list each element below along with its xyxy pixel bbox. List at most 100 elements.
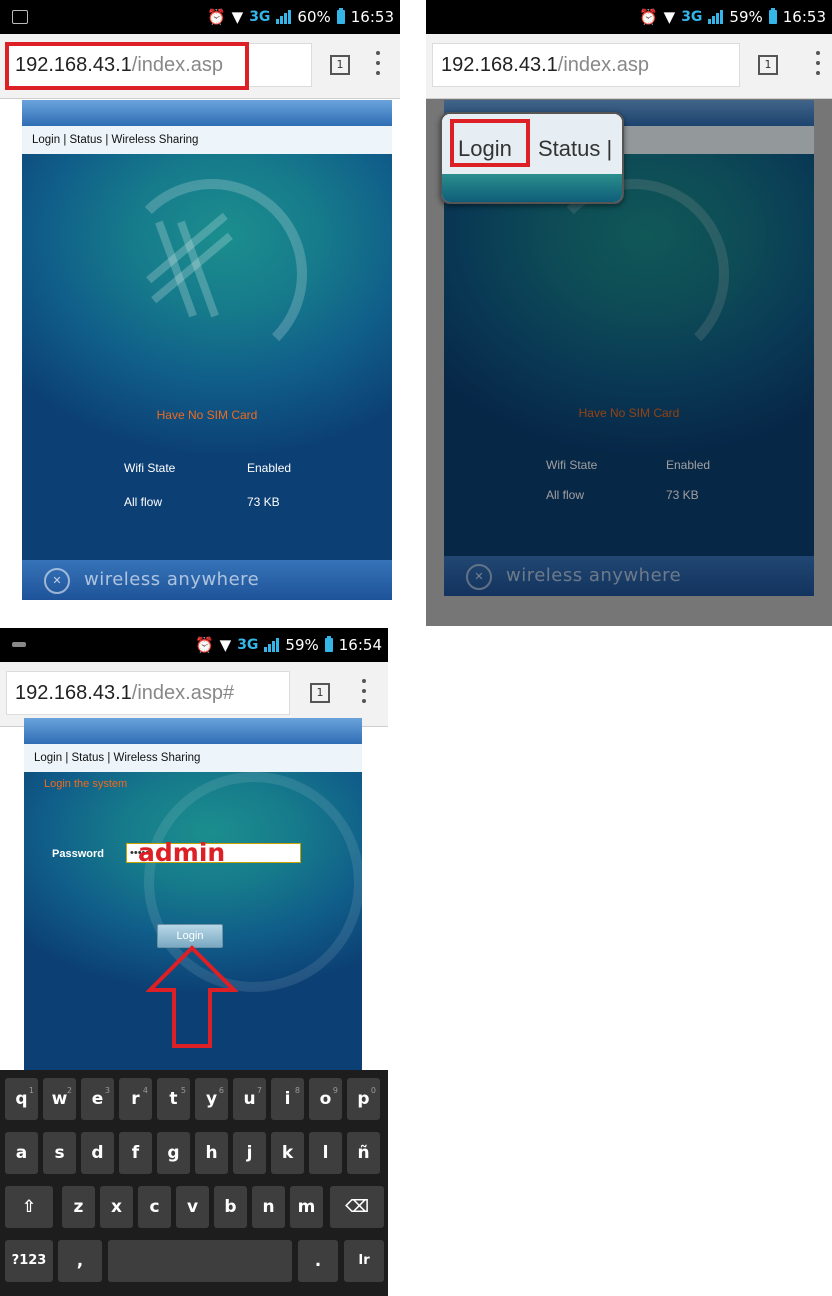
key-label: t: [169, 1089, 178, 1109]
url-path: /index.asp#: [131, 682, 235, 704]
key-label: q: [15, 1089, 28, 1109]
screenshot-login: ⏰ ▼ 3G 59% 16:54 192.168.43.1/index.asp#…: [0, 628, 388, 1296]
screenshot-home: ⏰ ▼ 3G 60% 16:53 192.168.43.1/index.asp …: [0, 0, 400, 604]
tabs-icon[interactable]: 1: [310, 683, 330, 703]
battery-icon: [768, 8, 777, 24]
magnified-status-link[interactable]: Status |: [538, 136, 612, 162]
wifi-icon: ▼: [663, 8, 676, 26]
key-n[interactable]: n: [252, 1186, 285, 1228]
overflow-menu-icon[interactable]: [362, 679, 366, 703]
key-k[interactable]: k: [271, 1132, 304, 1174]
tabs-icon[interactable]: 1: [330, 55, 350, 75]
key-d[interactable]: d: [81, 1132, 114, 1174]
key-label: o: [319, 1089, 332, 1109]
key-c[interactable]: c: [138, 1186, 171, 1228]
key-e[interactable]: e3: [81, 1078, 114, 1120]
key-q[interactable]: q1: [5, 1078, 38, 1120]
key-label: w: [51, 1089, 68, 1109]
password-label: Password: [52, 848, 104, 860]
status-bar: ⏰ ▼ 3G 59% 16:54: [0, 628, 388, 662]
notification-icon: [12, 642, 26, 647]
key-i[interactable]: i8: [271, 1078, 304, 1120]
key-label: u: [243, 1089, 256, 1109]
soft-keyboard: q 1 w 2 e 3 r 4 t 5 y 6 u 7 i 8 o 9 p 0 a s d f g h j k l ñ ⇧ z x c v b n m ⌫?…: [0, 1070, 388, 1296]
nav-links[interactable]: Login | Status | Wireless Sharing: [22, 126, 392, 154]
url-field[interactable]: 192.168.43.1/index.asp#: [6, 671, 290, 715]
clock: 16:54: [338, 636, 382, 654]
key-a[interactable]: a: [5, 1132, 38, 1174]
notification-icon: [12, 10, 28, 24]
key-ñ[interactable]: ñ: [347, 1132, 380, 1174]
key-t[interactable]: t5: [157, 1078, 190, 1120]
signal-icon: [264, 638, 280, 652]
signal-icon: [276, 10, 292, 24]
symbols-key[interactable]: ?123: [5, 1240, 53, 1282]
url-highlight-box: [5, 42, 249, 90]
url-host: 192.168.43.1: [15, 682, 132, 704]
key-x[interactable]: x: [100, 1186, 133, 1228]
network-type: 3G: [249, 9, 271, 25]
key-number-hint: 8: [294, 1086, 300, 1095]
key-s[interactable]: s: [43, 1132, 76, 1174]
hero-panel: Have No SIM Card Wifi State Enabled All …: [22, 154, 392, 560]
overflow-menu-icon[interactable]: [376, 51, 380, 75]
nav-links[interactable]: Login | Status | Wireless Sharing: [24, 744, 362, 772]
tabs-icon[interactable]: 1: [758, 55, 778, 75]
all-flow-value: 73 KB: [247, 495, 280, 509]
alarm-icon: ⏰: [206, 8, 226, 26]
key-v[interactable]: v: [176, 1186, 209, 1228]
key-f[interactable]: f: [119, 1132, 152, 1174]
brand-logo-icon: ✕: [44, 568, 70, 594]
key-p[interactable]: p0: [347, 1078, 380, 1120]
battery-percent: 59%: [285, 636, 319, 654]
key-label: e: [91, 1089, 104, 1109]
key-u[interactable]: u7: [233, 1078, 266, 1120]
key-g[interactable]: g: [157, 1132, 190, 1174]
clock: 16:53: [782, 8, 826, 26]
key-number-hint: 3: [104, 1086, 110, 1095]
url-field[interactable]: 192.168.43.1/index.asp: [432, 43, 740, 87]
key-b[interactable]: b: [214, 1186, 247, 1228]
overflow-menu-icon[interactable]: [816, 51, 820, 75]
go-key[interactable]: Ir: [344, 1240, 384, 1282]
key-number-hint: 2: [66, 1086, 72, 1095]
key-label: y: [205, 1089, 218, 1109]
battery-percent: 59%: [729, 8, 763, 26]
all-flow-label: All flow: [124, 495, 163, 509]
status-bar: ⏰ ▼ 3G 60% 16:53: [0, 0, 400, 34]
comma-key[interactable]: ,: [58, 1240, 102, 1282]
backspace-key[interactable]: ⌫: [330, 1186, 384, 1228]
url-host: 192.168.43.1: [441, 54, 558, 76]
key-l[interactable]: l: [309, 1132, 342, 1174]
key-z[interactable]: z: [62, 1186, 95, 1228]
network-type: 3G: [237, 637, 259, 653]
key-m[interactable]: m: [290, 1186, 323, 1228]
router-page: Login | Status | Wireless Sharing Have N…: [22, 100, 392, 600]
key-label: i: [284, 1089, 291, 1109]
period-key[interactable]: .: [298, 1240, 338, 1282]
key-number-hint: 9: [332, 1086, 338, 1095]
key-r[interactable]: r4: [119, 1078, 152, 1120]
footer-slogan: wireless anywhere: [84, 569, 260, 590]
router-page: Login | Status | Wireless Sharing Login …: [24, 718, 362, 1070]
password-annotation: admin: [138, 838, 226, 867]
wifi-icon: ▼: [231, 8, 244, 26]
alarm-icon: ⏰: [638, 8, 658, 26]
key-o[interactable]: o9: [309, 1078, 342, 1120]
key-label: r: [131, 1089, 140, 1109]
clock: 16:53: [350, 8, 394, 26]
key-h[interactable]: h: [195, 1132, 228, 1174]
page-header-bar: [24, 718, 362, 744]
key-w[interactable]: w2: [43, 1078, 76, 1120]
shift-key[interactable]: ⇧: [5, 1186, 53, 1228]
wifi-state-value: Enabled: [247, 461, 292, 475]
key-j[interactable]: j: [233, 1132, 266, 1174]
key-number-hint: 6: [218, 1086, 224, 1095]
key-label: p: [357, 1089, 370, 1109]
key-number-hint: 5: [180, 1086, 186, 1095]
login-panel: Login the system Password ••••• admin Lo…: [24, 772, 362, 1070]
wifi-state-label: Wifi State: [124, 461, 176, 475]
screenshot-magnified: ⏰ ▼ 3G 59% 16:53 192.168.43.1/index.asp …: [426, 0, 832, 626]
key-y[interactable]: y6: [195, 1078, 228, 1120]
space-key[interactable]: [108, 1240, 292, 1282]
